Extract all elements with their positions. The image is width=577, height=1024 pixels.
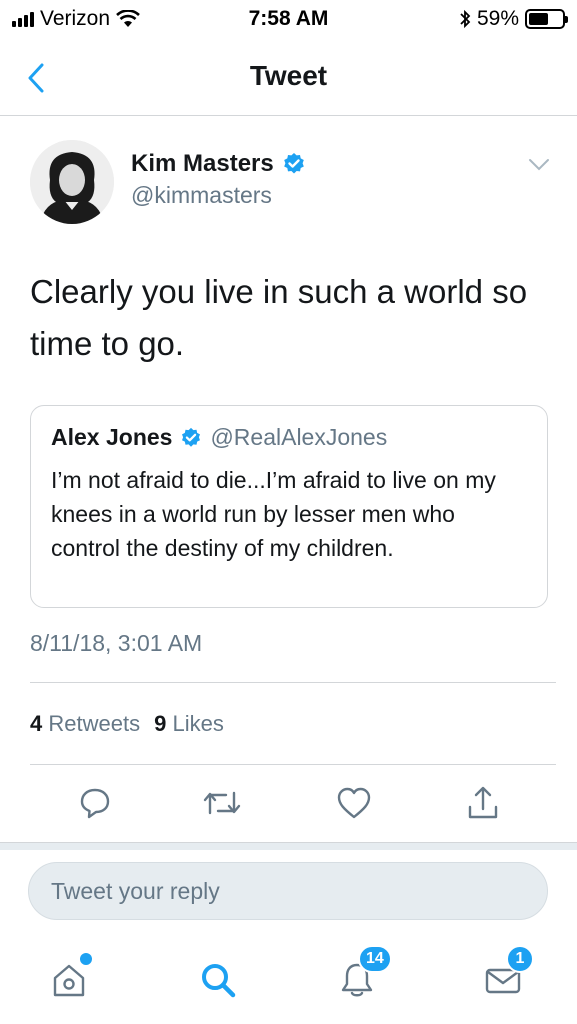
verified-badge-icon — [283, 153, 304, 174]
retweets-count: 4 — [30, 710, 43, 736]
status-right: 59% — [459, 7, 568, 31]
verified-badge-icon — [182, 427, 201, 447]
tab-messages[interactable]: 1 — [478, 945, 534, 1005]
avatar[interactable] — [30, 140, 114, 224]
section-divider — [0, 842, 577, 850]
retweet-button[interactable] — [202, 783, 242, 823]
share-icon — [468, 786, 498, 819]
tweet-stats: 4 Retweets 9 Likes — [30, 682, 556, 765]
heart-icon — [337, 787, 371, 819]
quoted-author-handle: @RealAlexJones — [210, 424, 388, 450]
author-name-row: Kim Masters — [131, 150, 306, 178]
reply-input[interactable]: Tweet your reply — [28, 862, 548, 920]
tweet-author: Kim Masters @kimmasters — [30, 140, 550, 230]
status-bar: Verizon 7:58 AM 59% — [0, 0, 577, 40]
page-title: Tweet — [249, 60, 328, 91]
tab-home[interactable] — [44, 953, 94, 1005]
likes-label: Likes — [172, 710, 224, 736]
likes-count: 9 — [154, 710, 167, 736]
quoted-tweet[interactable]: Alex Jones @RealAlexJones I’m not afraid… — [30, 405, 548, 608]
like-button[interactable] — [334, 783, 374, 823]
author-handle[interactable]: @kimmasters — [131, 182, 272, 209]
battery-percent: 59% — [476, 7, 519, 30]
avatar-image — [30, 140, 114, 224]
quoted-tweet-header: Alex Jones @RealAlexJones — [51, 424, 527, 451]
chevron-down-icon — [529, 159, 549, 171]
retweets-label: Retweets — [48, 710, 141, 736]
tweet-options-button[interactable] — [528, 158, 550, 177]
reply-icon — [80, 788, 110, 819]
battery-icon — [525, 9, 568, 29]
tab-search[interactable] — [193, 955, 243, 1005]
tweet-text: Clearly you live in such a world so time… — [30, 273, 528, 362]
messages-badge: 1 — [506, 945, 534, 973]
home-icon — [53, 964, 85, 997]
tweet-timestamp: 8/11/18, 3:01 AM — [30, 630, 203, 656]
quoted-tweet-text: I’m not afraid to die...I’m afraid to li… — [51, 467, 496, 561]
notifications-badge: 14 — [358, 945, 392, 973]
battery-level — [529, 13, 548, 25]
tab-notifications[interactable]: 14 — [332, 945, 392, 1005]
tweet-actions — [0, 765, 577, 840]
bluetooth-icon — [460, 9, 471, 29]
reply-button[interactable] — [75, 783, 115, 823]
search-icon — [202, 964, 236, 998]
home-new-dot — [80, 953, 92, 965]
share-button[interactable] — [463, 783, 503, 823]
author-name[interactable]: Kim Masters — [131, 150, 274, 178]
likes-stat[interactable]: 9 Likes — [154, 711, 224, 737]
retweet-icon — [203, 791, 241, 815]
tab-bar: 14 1 — [0, 935, 577, 1024]
quoted-author-name: Alex Jones — [51, 424, 173, 450]
nav-bar: Tweet — [0, 40, 577, 116]
retweets-stat[interactable]: 4 Retweets — [30, 711, 140, 737]
